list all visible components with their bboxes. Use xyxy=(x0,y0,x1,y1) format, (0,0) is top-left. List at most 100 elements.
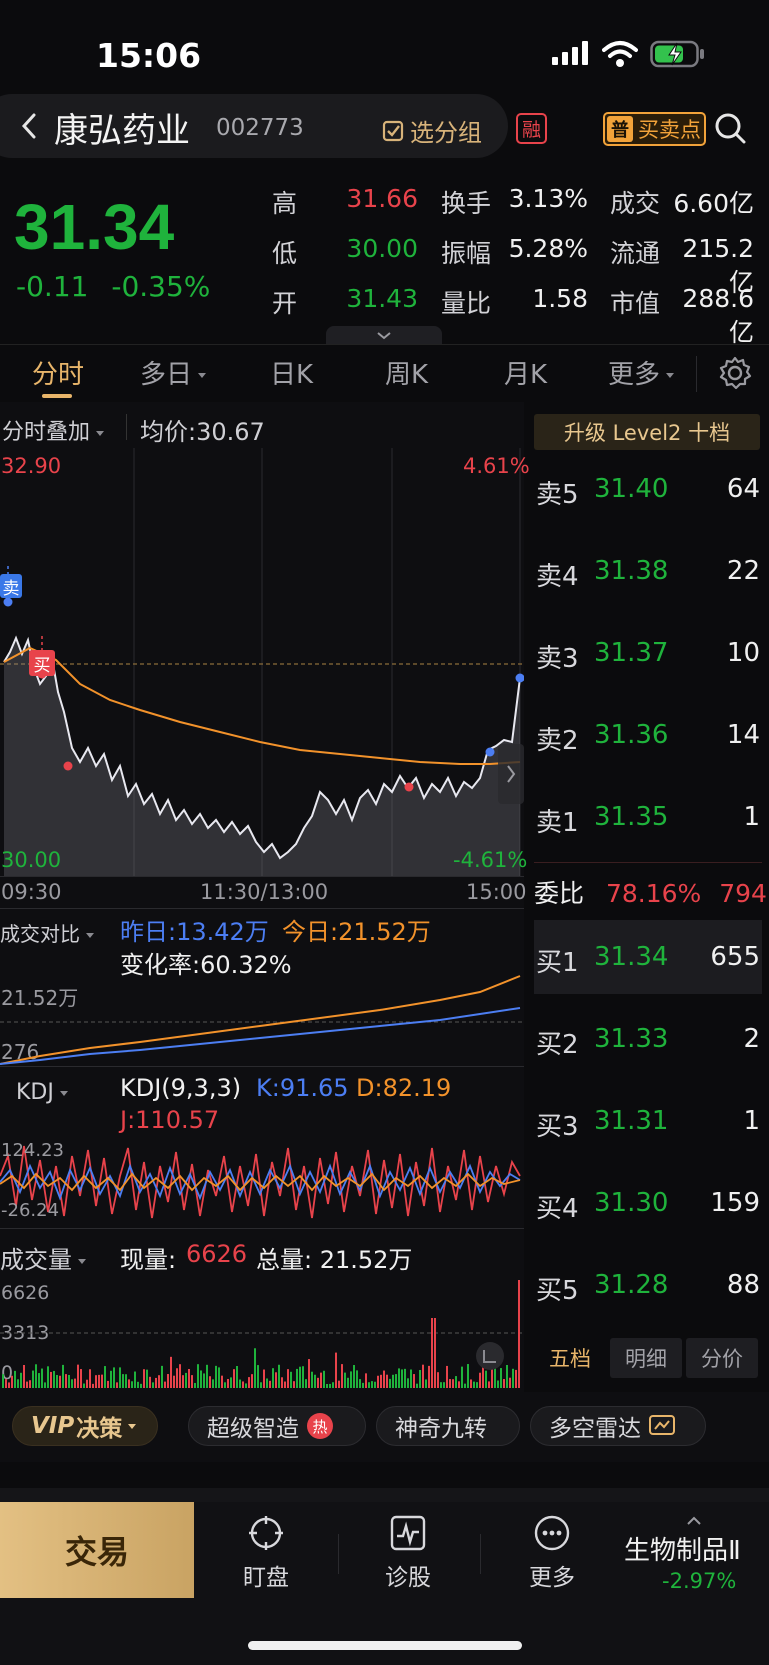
volume-bar xyxy=(383,1370,385,1388)
volume-bar xyxy=(287,1369,289,1388)
avg-price-label: 均价:30.67 xyxy=(140,418,265,446)
trade-button[interactable]: 交易 xyxy=(0,1502,194,1598)
volume-bar xyxy=(329,1383,331,1388)
volume-bar xyxy=(164,1381,166,1388)
volume-bar xyxy=(113,1367,115,1388)
sector-info[interactable]: 生物制品Ⅱ -2.97% xyxy=(624,1516,769,1602)
volume-bar xyxy=(284,1381,286,1388)
volume-selector[interactable]: 成交量 xyxy=(0,1240,86,1275)
volume-bar xyxy=(395,1374,397,1388)
volume-bar xyxy=(110,1370,112,1388)
back-arrow-icon[interactable] xyxy=(18,111,40,141)
nav-more[interactable]: 更多 xyxy=(502,1514,602,1592)
divider xyxy=(0,1066,524,1067)
volume-bar xyxy=(20,1372,22,1388)
chart-pulse-icon xyxy=(390,1515,426,1551)
volume-chart xyxy=(0,1280,524,1388)
tab-more[interactable]: 更多 xyxy=(608,354,675,391)
volume-bar xyxy=(509,1377,511,1388)
volume-bar xyxy=(506,1365,508,1388)
tab-price-distribution[interactable]: 分价 xyxy=(686,1338,758,1378)
volume-bar xyxy=(74,1378,76,1388)
volume-bar xyxy=(281,1377,283,1388)
volume-bar xyxy=(461,1366,463,1388)
volume-bar xyxy=(32,1370,34,1388)
buy-sell-points-button[interactable]: 普 买卖点 xyxy=(603,112,706,146)
expand-quote-button[interactable] xyxy=(326,326,442,344)
volume-bar xyxy=(365,1373,367,1388)
volume-bar xyxy=(278,1364,280,1388)
checkbox-icon xyxy=(382,120,404,141)
volume-bar xyxy=(464,1383,466,1388)
volume-bar xyxy=(263,1369,265,1388)
volume-bar xyxy=(404,1368,406,1388)
volume-bar xyxy=(56,1374,58,1388)
volume-bar xyxy=(413,1374,415,1388)
volume-bar xyxy=(155,1377,157,1388)
select-group-button[interactable]: 选分组 xyxy=(382,113,482,148)
tab-intraday[interactable]: 分时 xyxy=(32,354,84,391)
tab-multi-day[interactable]: 多日 xyxy=(140,354,207,391)
time-mid: 11:30/13:00 xyxy=(200,880,329,904)
tab-weekly-k[interactable]: 周K xyxy=(385,354,428,391)
search-icon[interactable] xyxy=(714,112,746,144)
volume-bar xyxy=(53,1370,55,1388)
intraday-chart[interactable] xyxy=(0,448,524,876)
divider xyxy=(126,414,127,440)
upgrade-level2-banner[interactable]: 升级 Level2 十档 xyxy=(534,414,760,450)
total-volume: 总量: 21.52万 xyxy=(256,1246,413,1274)
bull-bear-radar-button[interactable]: 多空雷达 xyxy=(530,1406,706,1446)
volume-bar xyxy=(425,1379,427,1388)
volume-bar xyxy=(485,1370,487,1388)
volume-bar xyxy=(302,1366,304,1388)
sell-point-dot xyxy=(3,597,13,607)
volume-bar xyxy=(479,1372,481,1388)
amount-value: 6.60亿 xyxy=(673,189,754,218)
volume-bar xyxy=(473,1381,475,1388)
buy-marker[interactable]: 买 xyxy=(29,650,55,676)
today-volume: 今日:21.52万 xyxy=(282,918,431,946)
tab-five-levels[interactable]: 五档 xyxy=(534,1338,606,1378)
super-smart-label: 超级智造 xyxy=(207,1416,299,1442)
volume-bar xyxy=(137,1381,139,1388)
volume-bar xyxy=(293,1381,295,1388)
kdj-selector[interactable]: KDJ xyxy=(16,1080,68,1105)
volume-bar xyxy=(344,1372,346,1388)
high-value: 31.66 xyxy=(346,184,418,213)
volume-bar xyxy=(440,1382,442,1388)
volume-bar xyxy=(50,1371,52,1388)
volume-bar xyxy=(26,1381,28,1388)
axis-low-pct: -4.61% xyxy=(453,848,528,872)
nav-diagnose[interactable]: 诊股 xyxy=(358,1514,458,1592)
tab-monthly-k[interactable]: 月K xyxy=(504,354,547,391)
volume-bar xyxy=(377,1375,379,1388)
nav-watch[interactable]: 盯盘 xyxy=(216,1514,316,1592)
sell-marker[interactable]: 卖 xyxy=(0,574,22,599)
open-label: 开 xyxy=(272,289,298,318)
volume-bar xyxy=(374,1381,376,1388)
vip-decision-button[interactable]: VIP 决策 xyxy=(12,1406,158,1446)
volume-bar xyxy=(491,1368,493,1388)
overlay-selector[interactable]: 分时叠加 xyxy=(2,414,105,446)
volume-bar xyxy=(362,1382,364,1388)
volume-bar xyxy=(419,1369,421,1388)
volume-compare-selector[interactable]: 成交对比 xyxy=(0,918,94,947)
volume-bar xyxy=(317,1377,319,1388)
volume-bar xyxy=(398,1368,400,1388)
divider xyxy=(534,862,762,863)
volume-bar xyxy=(92,1383,94,1388)
open-value: 31.43 xyxy=(346,284,418,313)
hot-badge: 热 xyxy=(307,1413,333,1439)
margin-trading-badge[interactable]: 融 xyxy=(516,113,547,144)
volume-bar xyxy=(356,1370,358,1388)
nine-turns-button[interactable]: 神奇九转 xyxy=(376,1406,520,1446)
current-volume-value: 6626 xyxy=(186,1240,248,1268)
volume-bar xyxy=(23,1364,25,1388)
volume-bar xyxy=(341,1364,343,1388)
volume-bar xyxy=(104,1366,106,1388)
gear-icon[interactable] xyxy=(718,356,752,390)
tab-daily-k[interactable]: 日K xyxy=(270,354,313,391)
super-smart-button[interactable]: 超级智造 热 xyxy=(188,1406,366,1446)
home-indicator[interactable] xyxy=(248,1641,522,1650)
tab-details[interactable]: 明细 xyxy=(610,1338,682,1378)
